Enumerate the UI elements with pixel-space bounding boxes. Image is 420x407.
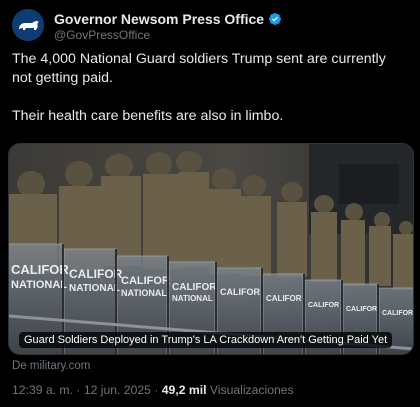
soldiers-photo: CALIFOR NATIONAL CALIFOR NATIONAL CALIFO… bbox=[9, 144, 413, 354]
display-name[interactable]: Governor Newsom Press Office bbox=[54, 11, 264, 27]
shield-label: NATIONAL bbox=[11, 279, 67, 291]
meta-separator: · bbox=[154, 383, 159, 397]
bear-icon bbox=[12, 9, 44, 41]
shield-label: CALIFOR bbox=[172, 282, 217, 293]
shield-label: CALIFOR bbox=[11, 262, 69, 277]
tweet-time[interactable]: 12:39 a. m. bbox=[12, 383, 73, 397]
shield-label: NATIONAL bbox=[172, 294, 213, 303]
shield-label: CALIFOR bbox=[308, 302, 339, 309]
tweet-date[interactable]: 12 jun. 2025 bbox=[84, 383, 151, 397]
shield-label: CALIFOR bbox=[266, 294, 302, 303]
meta-separator: · bbox=[76, 383, 81, 397]
shield-label: CALIFOR bbox=[69, 267, 123, 281]
views-count: 49,2 mil bbox=[161, 383, 207, 397]
link-card-title: Guard Soldiers Deployed in Trump's LA Cr… bbox=[19, 332, 393, 348]
name-row: Governor Newsom Press Office bbox=[54, 11, 282, 27]
user-handle[interactable]: @GovPressOffice bbox=[54, 28, 150, 42]
shield-label: CALIFOR bbox=[382, 310, 413, 317]
tweet-meta: 12:39 a. m. · 12 jun. 2025 · 49,2 mil Vi… bbox=[12, 383, 294, 397]
shield-label: NATIONAL bbox=[121, 288, 167, 298]
tweet-paragraph: Their health care benefits are also in l… bbox=[12, 108, 284, 124]
bear-flag-avatar[interactable] bbox=[12, 9, 44, 41]
verified-badge-icon bbox=[268, 12, 282, 26]
shield-label: CALIFOR bbox=[121, 275, 170, 287]
views-label: Visualizaciones bbox=[209, 383, 294, 397]
tweet-body: The 4,000 National Guard soldiers Trump … bbox=[12, 50, 408, 126]
shield-label: NATIONAL bbox=[69, 283, 120, 294]
tweet-paragraph: The 4,000 National Guard soldiers Trump … bbox=[12, 51, 386, 86]
link-source[interactable]: De military.com bbox=[12, 360, 90, 372]
shield-label: CALIFOR bbox=[346, 306, 377, 313]
link-card-image[interactable]: CALIFOR NATIONAL CALIFOR NATIONAL CALIFO… bbox=[8, 143, 414, 355]
tweet-header: Governor Newsom Press Office @GovPressOf… bbox=[12, 9, 408, 43]
shield-label: CALIFOR bbox=[220, 287, 260, 297]
